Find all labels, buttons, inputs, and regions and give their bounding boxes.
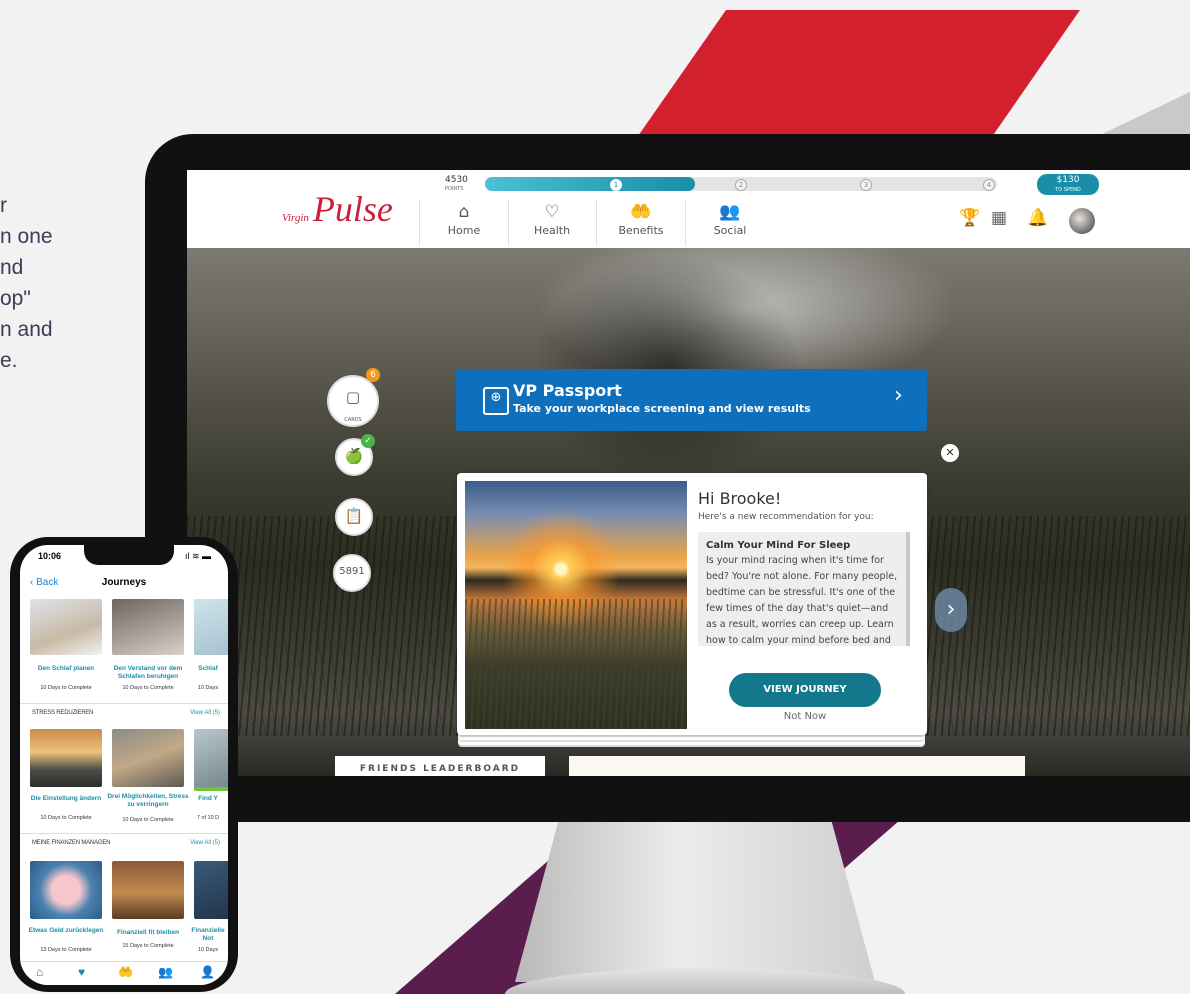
people-icon[interactable]: 👥 [158,965,173,979]
signal-wifi-battery-icon: ıl ≋ ▬ [185,551,212,561]
next-card-button[interactable]: › [935,588,967,632]
bell-icon[interactable]: 🔔 [1027,208,1048,228]
tab-social[interactable]: 👥 Social [686,200,774,246]
desktop-screen: Virgin Pulse 4530 POINTS 1 2 3 4 $130 TO SP… [187,170,1190,776]
passport-subtitle: Take your workplace screening and view r… [513,402,811,415]
avatar[interactable] [1069,208,1095,234]
level-marker: 3 [860,179,872,191]
journey-title[interactable]: Finanzielle Not [188,927,228,943]
journey-duration: 10 Days to Complete [40,685,92,691]
recommendation-text-box[interactable]: Calm Your Mind For Sleep Is your mind ra… [698,532,910,646]
journey-title[interactable]: Schlaf [188,665,228,673]
status-time: 10:06 [38,551,62,561]
journey-duration: 10 Days to Complete [122,817,174,823]
level-marker: 2 [735,179,747,191]
view-journey-button[interactable]: VIEW JOURNEY [729,673,881,707]
section-header: STRESS REDUZIEREN View All (5) [20,703,228,722]
journey-thumbnail[interactable] [112,599,184,655]
calendar-icon[interactable]: ▦ [991,208,1007,228]
journey-thumbnail[interactable] [30,599,102,655]
journey-duration: 10 Days [197,947,219,953]
profile-icon[interactable]: 👤 [200,965,215,979]
sunset-lake-image [465,481,687,729]
tab-benefits[interactable]: 🤲 Benefits [597,200,686,246]
trophy-icon[interactable]: 🏆 [959,208,980,228]
view-all-link[interactable]: View All (5) [190,710,220,716]
recommendation-intro: Here's a new recommendation for you: [698,512,874,522]
tab-health[interactable]: ♡ Health [508,200,597,246]
cards-count-badge: 6 [366,368,380,382]
dashboard-widget [569,756,1025,776]
monitor-stand [515,822,875,982]
journey-thumbnail[interactable] [112,729,184,787]
home-icon: ⌂ [458,202,470,222]
close-icon[interactable]: ✕ [941,444,959,462]
benefits-hand-icon[interactable]: 🤲 [118,965,133,979]
chevron-right-icon: › [894,383,903,408]
journey-title[interactable]: Die Einstellung ändern [24,795,108,803]
journey-title[interactable]: Find Y [188,795,228,803]
points-progress-track[interactable]: 1 2 3 4 [485,177,997,191]
journey-thumbnail[interactable] [194,861,228,919]
points-progress-fill [485,177,695,191]
top-navigation: Virgin Pulse 4530 POINTS 1 2 3 4 $130 TO SP… [187,170,1190,249]
reward-badge[interactable]: $130 TO SPEND [1037,174,1099,195]
vp-passport-banner[interactable]: ⊕ VP Passport Take your workplace screen… [456,369,927,431]
journey-duration: 7 of 10 D [196,815,220,821]
recommendation-card: Hi Brooke! Here's a new recommendation f… [457,473,927,735]
journey-title: Calm Your Mind For Sleep [706,540,851,551]
virgin-pulse-logo[interactable]: Virgin Pulse [282,188,393,230]
journey-duration: 13 Days to Complete [40,947,92,953]
tasks-button[interactable]: 📋 [335,498,373,536]
journey-duration: 10 Days [197,685,219,691]
journey-thumbnail[interactable] [194,729,228,791]
level-marker: 4 [983,179,995,191]
greeting: Hi Brooke! [698,489,782,508]
marketing-copy: r n one nd op" n and e. [0,194,53,372]
view-all-link[interactable]: View All (5) [190,840,220,846]
journey-title[interactable]: Den Verstand vor dem Schlafen beruhigen [106,665,190,681]
journey-thumbnail[interactable] [30,861,102,919]
benefits-hand-icon: 🤲 [630,202,652,222]
passport-icon: ⊕ [483,387,509,415]
friends-leaderboard-header: FRIENDS LEADERBOARD [335,756,545,776]
check-icon: ✓ [361,434,375,448]
not-now-link[interactable]: Not Now [729,711,881,722]
journey-title[interactable]: Drei Möglichkeiten, Stress zu verringern [106,793,190,809]
journey-thumbnail[interactable] [194,599,228,655]
journey-duration: 10 Days to Complete [40,815,92,821]
points-counter: 4530 POINTS [445,175,468,193]
journey-title[interactable]: Den Schlaf planen [24,665,108,673]
phone-tab-bar: ⌂ ♥ 🤲 👥 👤 [20,961,228,985]
heart-icon: ♡ [544,202,560,222]
journey-duration: 15 Days to Complete [122,943,174,949]
journey-thumbnail[interactable] [112,861,184,919]
heart-icon[interactable]: ♥ [78,965,85,979]
passport-title: VP Passport [513,381,622,400]
section-header: MEINE FINANZEN MANAGEN View All (5) [20,833,228,852]
phone-screen: 10:06 ıl ≋ ▬ Journeys ‹ Back Den Schlaf … [20,545,228,985]
journey-title[interactable]: Finanziell fit bleiben [106,929,190,937]
people-icon: 👥 [719,202,741,222]
level-marker: 1 [610,179,622,191]
journey-description: Is your mind racing when it's time for b… [706,555,898,646]
journey-duration: 10 Days to Complete [122,685,174,691]
phone-notch [84,545,174,565]
cards-button[interactable]: ▢ CARDS [327,375,379,427]
journey-thumbnail[interactable] [30,729,102,787]
home-icon[interactable]: ⌂ [36,965,43,979]
tab-home[interactable]: ⌂ Home [419,200,509,246]
hero-background: ⊕ VP Passport Take your workplace screen… [187,248,1190,776]
back-button[interactable]: ‹ Back [30,577,58,588]
journey-title[interactable]: Etwas Geld zurücklegen [24,927,108,935]
steps-button[interactable]: 5891 [333,554,371,592]
